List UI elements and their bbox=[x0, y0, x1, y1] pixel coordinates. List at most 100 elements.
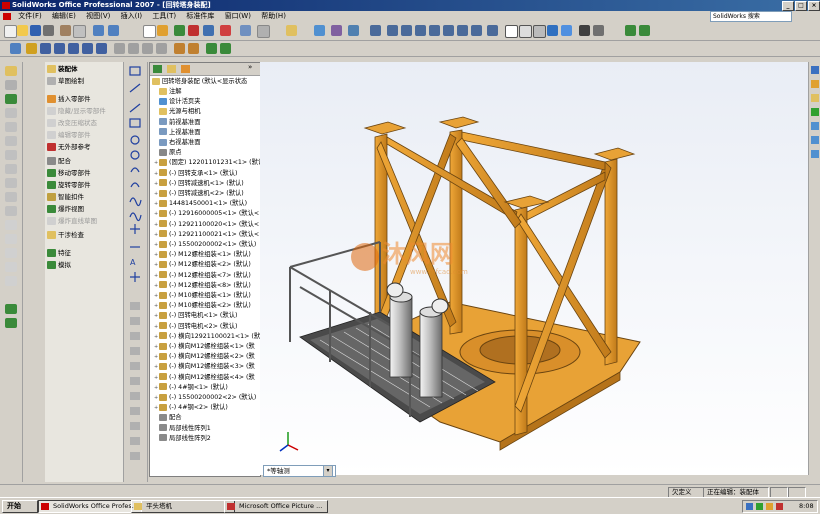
tray-icon-3[interactable] bbox=[766, 503, 773, 510]
tree-item[interactable]: + (固定) 12201101231<1> (默认 bbox=[154, 158, 260, 168]
sheet-icon[interactable] bbox=[257, 25, 270, 38]
tab-icon-16[interactable] bbox=[5, 276, 17, 286]
task-solidworks[interactable]: SolidWorks Office Profes... bbox=[38, 500, 142, 513]
cmd-change-suppression[interactable]: 改变压缩状态 bbox=[47, 118, 121, 129]
rectangle-icon[interactable] bbox=[54, 43, 65, 54]
tree-item[interactable]: 原点 bbox=[154, 148, 182, 158]
zoom-selection-icon[interactable] bbox=[415, 25, 426, 36]
tree-item[interactable]: + (-) 回转减速机<1> (默认) bbox=[154, 179, 244, 189]
tab-icon-10[interactable] bbox=[5, 192, 17, 202]
edit-component-icon[interactable] bbox=[188, 25, 199, 36]
centerline-tool-icon[interactable] bbox=[129, 103, 141, 113]
assembly-icon[interactable] bbox=[220, 25, 231, 36]
tree-item[interactable]: 注解 bbox=[154, 87, 182, 97]
tree-item[interactable]: + (-) 15500200002<1> (默认) bbox=[154, 240, 256, 250]
cmd-features[interactable]: 特征 bbox=[47, 248, 121, 259]
design-library-icon[interactable] bbox=[811, 80, 819, 88]
perspective-icon[interactable] bbox=[593, 25, 604, 36]
tree-item[interactable]: + (-) 横向M12螺栓组装<3> (默 bbox=[154, 362, 255, 372]
undo-icon[interactable] bbox=[93, 25, 104, 36]
menu-help[interactable]: 帮助(H) bbox=[257, 11, 290, 22]
tree-item[interactable]: 右视基准面 bbox=[154, 138, 200, 148]
spline2-tool-icon[interactable] bbox=[129, 212, 142, 222]
text-tool-icon[interactable]: A bbox=[130, 258, 136, 267]
extend-icon[interactable] bbox=[128, 43, 139, 54]
cmd-sketch[interactable]: 草图绘制 bbox=[47, 76, 121, 87]
zoom-fit-icon[interactable] bbox=[370, 25, 381, 36]
appearances-icon[interactable] bbox=[811, 136, 819, 144]
spline-icon[interactable] bbox=[96, 43, 107, 54]
copy-icon[interactable] bbox=[73, 25, 86, 38]
layer-icon[interactable] bbox=[240, 25, 251, 36]
cmd-assembly[interactable]: 装配体 bbox=[47, 64, 121, 75]
tree-item[interactable]: + (-) 回转减速机<2> (默认) bbox=[154, 189, 244, 199]
shaded-icon[interactable] bbox=[561, 25, 572, 36]
tree-item[interactable]: + (-) M12螺栓组装<2> (默认) bbox=[154, 260, 251, 270]
tree-item[interactable]: + (-) 15500200002<2> (默认) bbox=[154, 393, 256, 403]
tree-item[interactable]: + (-) M10螺栓组装<1> (默认) bbox=[154, 291, 251, 301]
wireframe-icon[interactable] bbox=[505, 25, 518, 38]
cmd-simulation[interactable]: 模拟 bbox=[47, 260, 121, 271]
options-icon[interactable] bbox=[174, 25, 185, 36]
menu-tools[interactable]: 工具(T) bbox=[148, 11, 180, 22]
perimeter-circle-tool-icon[interactable] bbox=[130, 150, 140, 160]
arc-tool-icon[interactable] bbox=[130, 167, 140, 173]
render-icon[interactable] bbox=[639, 25, 650, 36]
tree-item[interactable]: + (-) M12螺栓组装<1> (默认) bbox=[154, 250, 251, 260]
hidden-lines-removed-icon[interactable] bbox=[533, 25, 546, 38]
component-icon[interactable] bbox=[203, 25, 214, 36]
cmd-interference-detection[interactable]: 干涉检查 bbox=[47, 230, 121, 241]
tab-icon-8[interactable] bbox=[5, 164, 17, 174]
mass-properties-icon[interactable] bbox=[331, 25, 342, 36]
resources-icon[interactable] bbox=[811, 66, 819, 74]
tab-icon-18[interactable] bbox=[5, 318, 17, 328]
tree-item[interactable]: + (-) 4#钢<1> (默认) bbox=[154, 383, 228, 393]
view-select-dropdown-icon[interactable]: ▾ bbox=[323, 465, 333, 477]
tab-icon-9[interactable] bbox=[5, 178, 17, 188]
circle-tool-icon[interactable] bbox=[130, 135, 140, 145]
features-tab-icon[interactable] bbox=[5, 94, 17, 104]
menu-insert[interactable]: 插入(I) bbox=[117, 11, 147, 22]
fix-icon[interactable] bbox=[188, 43, 199, 54]
menu-edit[interactable]: 编辑(E) bbox=[48, 11, 80, 22]
cmd-rotate-component[interactable]: 旋转零部件 bbox=[47, 180, 121, 191]
view-palette-icon[interactable] bbox=[811, 122, 819, 130]
sketch-icon[interactable] bbox=[26, 43, 37, 54]
tab-icon-14[interactable] bbox=[5, 248, 17, 258]
menu-view[interactable]: 视图(V) bbox=[82, 11, 114, 22]
search-icon[interactable] bbox=[811, 108, 819, 116]
menu-standard-parts[interactable]: 标准件库 bbox=[182, 11, 218, 22]
new-file-icon[interactable] bbox=[4, 25, 17, 38]
circle-icon[interactable] bbox=[68, 43, 79, 54]
standard-views-icon[interactable] bbox=[471, 25, 482, 36]
cmd-mate[interactable]: 配合 bbox=[47, 156, 121, 167]
tab-icon-17[interactable] bbox=[5, 304, 17, 314]
redo-icon[interactable] bbox=[108, 25, 119, 36]
graphics-viewport[interactable]: 沐风网 www.mfcad.com bbox=[260, 62, 808, 475]
tree-item[interactable]: 局部线性阵列2 bbox=[154, 434, 211, 444]
tray-icon-4[interactable] bbox=[776, 503, 783, 510]
sketch-grid-icon[interactable] bbox=[220, 43, 231, 54]
arc-icon[interactable] bbox=[82, 43, 93, 54]
tree-item[interactable]: + (-) 12921100020<1> (默认< bbox=[154, 220, 259, 230]
property-manager-tab-icon[interactable] bbox=[167, 65, 176, 73]
cmd-edit-component[interactable]: 编辑零部件 bbox=[47, 130, 121, 141]
cmd-no-external-references[interactable]: 无外部参考 bbox=[47, 142, 121, 153]
trim-icon[interactable] bbox=[114, 43, 125, 54]
tree-item[interactable]: + (-) 4#钢<2> (默认) bbox=[154, 403, 228, 413]
save-icon[interactable] bbox=[30, 25, 41, 36]
shadows-icon[interactable] bbox=[579, 25, 590, 36]
maximize-button[interactable]: □ bbox=[795, 1, 807, 11]
start-button[interactable]: 开始 bbox=[2, 500, 38, 513]
cmd-explode-line-sketch[interactable]: 爆炸直线草图 bbox=[47, 216, 121, 227]
tangent-arc-tool-icon[interactable] bbox=[130, 182, 140, 188]
file-explorer-icon[interactable] bbox=[811, 94, 819, 102]
tree-item[interactable]: + (-) M12螺栓组装<7> (默认) bbox=[154, 271, 251, 281]
tab-icon-13[interactable] bbox=[5, 234, 17, 244]
tree-item[interactable]: + (-) 回转电机<1> (默认) bbox=[154, 311, 237, 321]
tree-item[interactable]: + (-) M12螺栓组装<8> (默认) bbox=[154, 281, 251, 291]
measure-icon[interactable] bbox=[314, 25, 325, 36]
cmd-move-component[interactable]: 移动零部件 bbox=[47, 168, 121, 179]
tree-item[interactable]: + (-) 12916000005<1> (默认< bbox=[154, 209, 259, 219]
cmd-exploded-view[interactable]: 爆炸视图 bbox=[47, 204, 121, 215]
